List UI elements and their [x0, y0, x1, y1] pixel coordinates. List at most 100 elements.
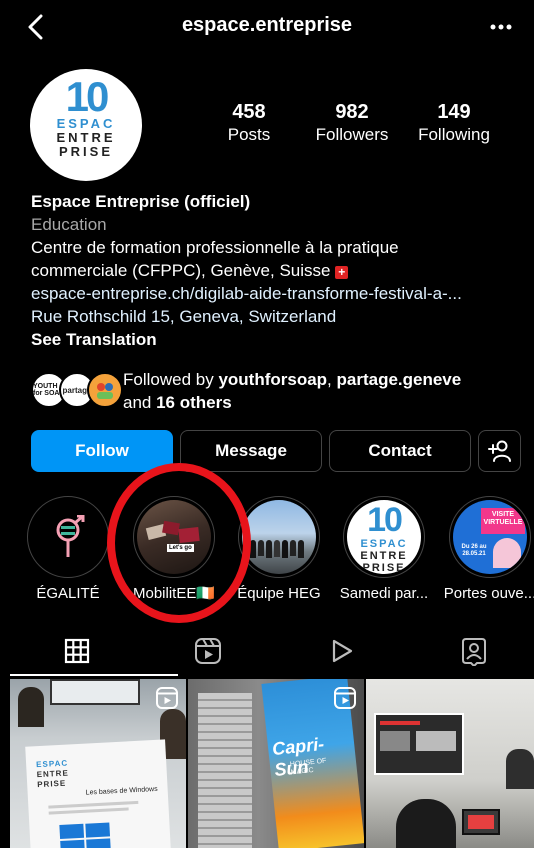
play-icon — [332, 639, 353, 663]
logo-line-1: ESPAC — [56, 116, 116, 131]
stat-following[interactable]: 149 Following — [399, 100, 509, 146]
logo-line-3: PRISE — [58, 144, 113, 159]
highlight-logo-line-1: ESPAC — [360, 538, 408, 550]
grid-icon — [64, 638, 90, 664]
highlight-cover: VISITE VIRTUELLE Du 26 au 28.05.21 — [453, 500, 527, 574]
highlight-ring: VISITE VIRTUELLE Du 26 au 28.05.21 — [449, 496, 531, 578]
message-button[interactable]: Message — [180, 430, 322, 472]
following-label: Following — [418, 125, 490, 144]
student-silhouette — [18, 687, 44, 727]
highlight-samedi[interactable]: 10 ESPAC ENTRE PRISE Samedi par... — [334, 496, 434, 604]
highlight-logo-number: 10 — [367, 501, 403, 539]
highlight-equipe-heg[interactable]: Équipe HEG — [229, 496, 329, 604]
username-title: espace.entreprise — [181, 14, 353, 36]
following-count: 149 — [437, 101, 471, 123]
highlight-portes-ouvertes[interactable]: VISITE VIRTUELLE Du 26 au 28.05.21 Porte… — [440, 496, 534, 604]
followed-by-separator: , — [327, 370, 337, 389]
profile-address[interactable]: Rue Rothschild 15, Geneva, Switzerland — [31, 305, 521, 328]
profile-bio: Espace Entreprise (officiel) Education C… — [31, 190, 521, 351]
tab-tagged[interactable] — [457, 634, 491, 668]
document-sheet: ESPAC ENTRE PRISE Les bases de Windows — [25, 739, 171, 848]
highlight-label: Portes ouve... — [443, 585, 534, 602]
highlight-ring: 10 ESPAC ENTRE PRISE — [343, 496, 425, 578]
profile-header: espace.entreprise — [0, 0, 534, 56]
people-illustration-icon — [97, 383, 113, 399]
bio-text-line-1: Centre de formation professionnelle à la… — [31, 238, 399, 257]
highlight-mobilitee[interactable]: Let's go MobilitEE🇮🇪 — [124, 496, 224, 604]
highlight-logo-line-2: ENTRE — [360, 550, 408, 562]
highlight-label: Samedi par... — [339, 585, 429, 602]
open-days-dates: Du 26 au 28.05.21 — [461, 544, 487, 557]
highlight-egalite[interactable]: ÉGALITÉ — [18, 496, 118, 604]
follower-username-2[interactable]: partage.geneve — [337, 370, 462, 389]
highlight-ring — [238, 496, 320, 578]
stat-followers[interactable]: 982 Followers — [297, 100, 407, 146]
tab-posts-grid[interactable] — [60, 634, 94, 668]
reel-badge-icon — [334, 687, 356, 709]
profile-avatar[interactable]: 10 ESPAC ENTRE PRISE — [30, 69, 142, 181]
tagged-person-icon — [462, 638, 486, 666]
passport-shape — [162, 520, 180, 536]
document-logo: ESPAC ENTRE PRISE — [36, 759, 70, 791]
profile-content-tabs — [0, 626, 534, 678]
profile-website-link[interactable]: espace-entreprise.ch/digilab-aide-transf… — [31, 282, 521, 305]
active-tab-indicator — [10, 674, 178, 676]
windows-logo-icon — [59, 822, 111, 848]
highlight-label: Équipe HEG — [237, 585, 321, 602]
highlight-cover — [242, 500, 316, 574]
post-thumbnail[interactable]: Capri-Sun HOUSE OF MAGIC — [188, 679, 364, 848]
swiss-flag-icon: + — [335, 266, 349, 279]
gender-equality-icon — [56, 515, 85, 557]
highlight-label: MobilitEE🇮🇪 — [132, 585, 216, 602]
bio-text-line-2-wrap: commerciale (CFPPC), Genève, Suisse + — [31, 259, 521, 282]
follow-button[interactable]: Follow — [31, 430, 173, 472]
contact-button[interactable]: Contact — [329, 430, 471, 472]
avatar-logo-number: 10 — [65, 73, 110, 120]
tab-videos[interactable] — [324, 634, 358, 668]
highlight-label: ÉGALITÉ — [36, 585, 100, 602]
highlight-cover — [31, 500, 105, 574]
laptop-shape — [462, 809, 500, 835]
followed-by-prefix: Followed by — [123, 370, 219, 389]
more-options-icon[interactable] — [490, 24, 512, 30]
highlight-ring — [27, 496, 109, 578]
lets-go-sticker: Let's go — [167, 544, 194, 552]
person-illustration — [493, 538, 521, 568]
window-shutter — [198, 693, 252, 848]
profile-category: Education — [31, 215, 107, 234]
reel-badge-icon — [156, 687, 178, 709]
avatar-logo-text: ESPAC ENTRE PRISE — [30, 117, 142, 159]
group-photo-people — [250, 540, 310, 558]
passport-shape — [178, 526, 200, 544]
stat-posts[interactable]: 458 Posts — [194, 100, 304, 146]
posts-label: Posts — [227, 125, 271, 144]
follower-username-1[interactable]: youthforsoap — [218, 370, 327, 389]
projector-screen — [374, 713, 464, 775]
see-translation-link[interactable]: See Translation — [31, 328, 521, 351]
logo-line-2: ENTRE — [56, 130, 116, 145]
highlight-cover: Let's go — [137, 500, 211, 574]
bio-text-line-2: commerciale (CFPPC), Genève, Suisse — [31, 261, 331, 280]
document-logo-line-3: PRISE — [36, 778, 67, 790]
post-thumbnail[interactable]: ESPAC ENTRE PRISE Les bases de Windows — [10, 679, 186, 848]
add-person-icon — [487, 440, 511, 462]
followed-by-others[interactable]: 16 others — [156, 393, 232, 412]
posts-grid: ESPAC ENTRE PRISE Les bases de Windows C… — [10, 679, 534, 848]
story-highlights: ÉGALITÉ Let's go MobilitEE🇮🇪 Équipe HEG … — [0, 496, 534, 606]
highlight-logo-line-3: PRISE — [362, 562, 406, 574]
student-silhouette — [396, 799, 456, 848]
posts-count: 458 — [232, 101, 266, 123]
student-silhouette — [506, 749, 534, 789]
suggested-people-button[interactable] — [478, 430, 521, 472]
tab-reels[interactable] — [191, 634, 225, 668]
post-thumbnail[interactable] — [366, 679, 534, 848]
followed-by-text: Followed by youthforsoap, partage.geneve… — [123, 368, 461, 414]
highlight-logo-text: ESPAC ENTRE PRISE — [347, 538, 421, 574]
followers-label: Followers — [315, 125, 389, 144]
follower-avatar-3 — [87, 372, 123, 408]
reels-icon — [195, 638, 221, 664]
followers-count: 982 — [335, 101, 369, 123]
monitor-shape — [50, 679, 140, 705]
highlight-ring: Let's go — [133, 496, 215, 578]
visite-virtuelle-banner: VISITE VIRTUELLE — [481, 508, 525, 534]
